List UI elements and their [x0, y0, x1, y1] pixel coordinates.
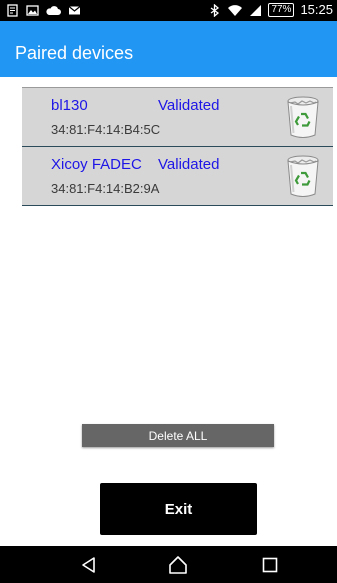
device-status: Validated	[158, 156, 220, 173]
delete-all-button[interactable]: Delete ALL	[82, 424, 274, 447]
trash-icon[interactable]	[286, 153, 320, 199]
page-title: Paired devices	[15, 43, 134, 63]
paired-device-list: bl130 Validated 34:81:F4:14:B4:5C Xicoy …	[22, 87, 333, 206]
device-name: bl130	[51, 97, 88, 114]
wifi-icon	[228, 4, 243, 16]
back-icon[interactable]	[79, 555, 99, 575]
clock: 15:25	[300, 2, 333, 17]
device-status: Validated	[158, 97, 220, 114]
device-row[interactable]: bl130 Validated 34:81:F4:14:B4:5C	[22, 87, 333, 147]
image-icon	[26, 5, 39, 16]
cloud-icon	[46, 6, 61, 15]
signal-icon	[250, 4, 262, 16]
navigation-bar	[0, 546, 337, 583]
app-bar: Paired devices	[0, 21, 337, 77]
home-icon[interactable]	[168, 555, 188, 575]
device-row[interactable]: Xicoy FADEC Validated 34:81:F4:14:B2:9A	[22, 147, 333, 206]
exit-button[interactable]: Exit	[100, 483, 257, 535]
notes-icon	[7, 4, 18, 17]
device-address: 34:81:F4:14:B4:5C	[51, 122, 161, 137]
mail-icon	[68, 6, 81, 15]
device-address: 34:81:F4:14:B2:9A	[51, 181, 160, 196]
status-bar: 77% 15:25	[0, 0, 337, 21]
battery-indicator: 77%	[268, 3, 295, 17]
recent-apps-icon[interactable]	[260, 555, 280, 575]
trash-icon[interactable]	[286, 94, 320, 140]
device-name: Xicoy FADEC	[51, 156, 142, 173]
bluetooth-icon	[211, 3, 220, 17]
